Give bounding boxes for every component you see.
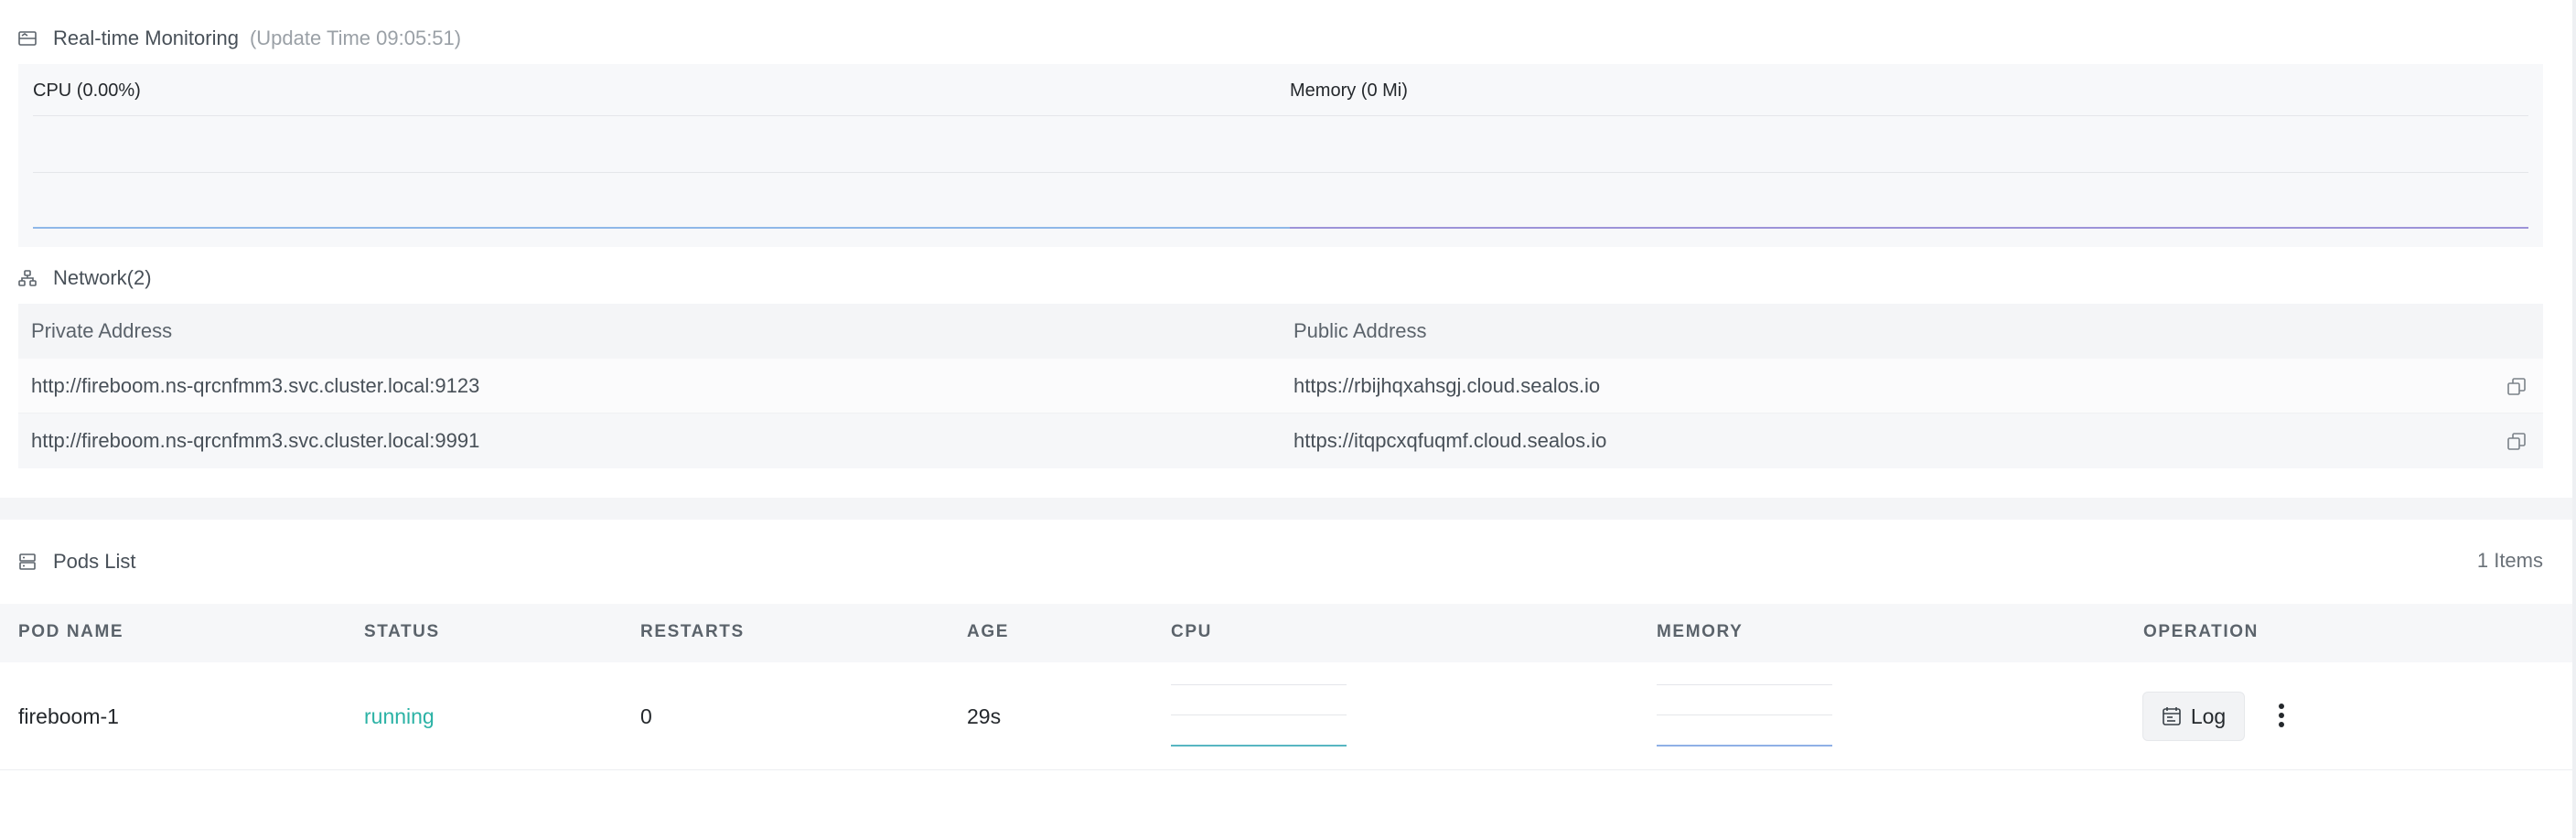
network-row: http://fireboom.ns-qrcnfmm3.svc.cluster.… [18,359,2543,414]
monitoring-title: Real-time Monitoring [53,27,239,49]
cpu-gridline [33,172,1292,173]
cpu-series-line [33,227,1292,229]
col-cpu: CPU [1171,622,1212,641]
table-row: fireboom-1 running 0 29s Log [0,662,2572,770]
network-row: http://fireboom.ns-qrcnfmm3.svc.cluster.… [18,414,2543,468]
col-age: AGE [967,622,1009,641]
memory-chart: Memory (0 Mi) [1290,64,2543,247]
private-address[interactable]: http://fireboom.ns-qrcnfmm3.svc.cluster.… [31,429,479,453]
pods-count: 1 Items [2476,549,2543,572]
memory-series-line [1290,227,2528,229]
pods-title: Pods List [53,550,136,573]
memory-sparkline-gridline [1657,684,1832,685]
memory-sparkline-gridline [1657,714,1832,715]
pod-age: 29s [967,704,1002,728]
pods-header: Pods List [18,542,136,582]
memory-gridline [1290,115,2528,116]
private-address[interactable]: http://fireboom.ns-qrcnfmm3.svc.cluster.… [31,374,479,398]
log-button-label: Log [2190,704,2227,728]
pod-name: fireboom-1 [18,704,119,728]
cpu-chart: CPU (0.00%) [18,64,1292,247]
list-icon [18,553,37,571]
col-restarts: RESTARTS [640,622,745,641]
network-title: Network(2) [53,266,152,289]
log-icon [2162,706,2182,726]
copy-icon[interactable] [2506,377,2527,397]
memory-sparkline-line [1657,745,1832,747]
monitoring-header: Real-time Monitoring (Update Time 09:05:… [18,18,461,59]
cpu-chart-label: CPU (0.00%) [33,81,141,101]
col-private-address: Private Address [31,319,173,342]
cpu-sparkline-gridline [1171,684,1347,685]
col-operation: OPERATION [2143,622,2259,641]
col-pod-name: POD NAME [18,622,124,641]
cpu-gridline [33,115,1292,116]
memory-gridline [1290,172,2528,173]
scrollbar-track[interactable] [2572,0,2576,838]
network-table-header: Private Address Public Address [18,304,2543,359]
monitor-icon [18,29,37,48]
cpu-sparkline-gridline [1171,714,1347,715]
monitoring-panel: CPU (0.00%) Memory (0 Mi) [18,64,2543,247]
pod-status: running [364,704,435,728]
more-vertical-icon[interactable] [2269,699,2294,732]
network-table: Private Address Public Address http://fi… [18,304,2543,468]
network-header: Network(2) [18,258,152,298]
public-address[interactable]: https://itqpcxqfuqmf.cloud.sealos.io [1293,429,1606,453]
pod-restarts: 0 [640,704,652,728]
public-address[interactable]: https://rbijhqxahsgj.cloud.sealos.io [1293,374,1600,398]
col-status: STATUS [364,622,440,641]
col-memory: MEMORY [1657,622,1744,641]
update-time: (Update Time 09:05:51) [249,27,462,49]
col-public-address: Public Address [1293,319,1427,342]
section-divider [0,498,2576,520]
memory-chart-label: Memory (0 Mi) [1290,81,1408,101]
cpu-sparkline-line [1171,745,1347,747]
network-icon [18,269,37,287]
log-button[interactable]: Log [2142,692,2245,741]
copy-icon[interactable] [2506,432,2527,452]
pods-table-header: POD NAME STATUS RESTARTS AGE CPU MEMORY … [0,604,2572,662]
